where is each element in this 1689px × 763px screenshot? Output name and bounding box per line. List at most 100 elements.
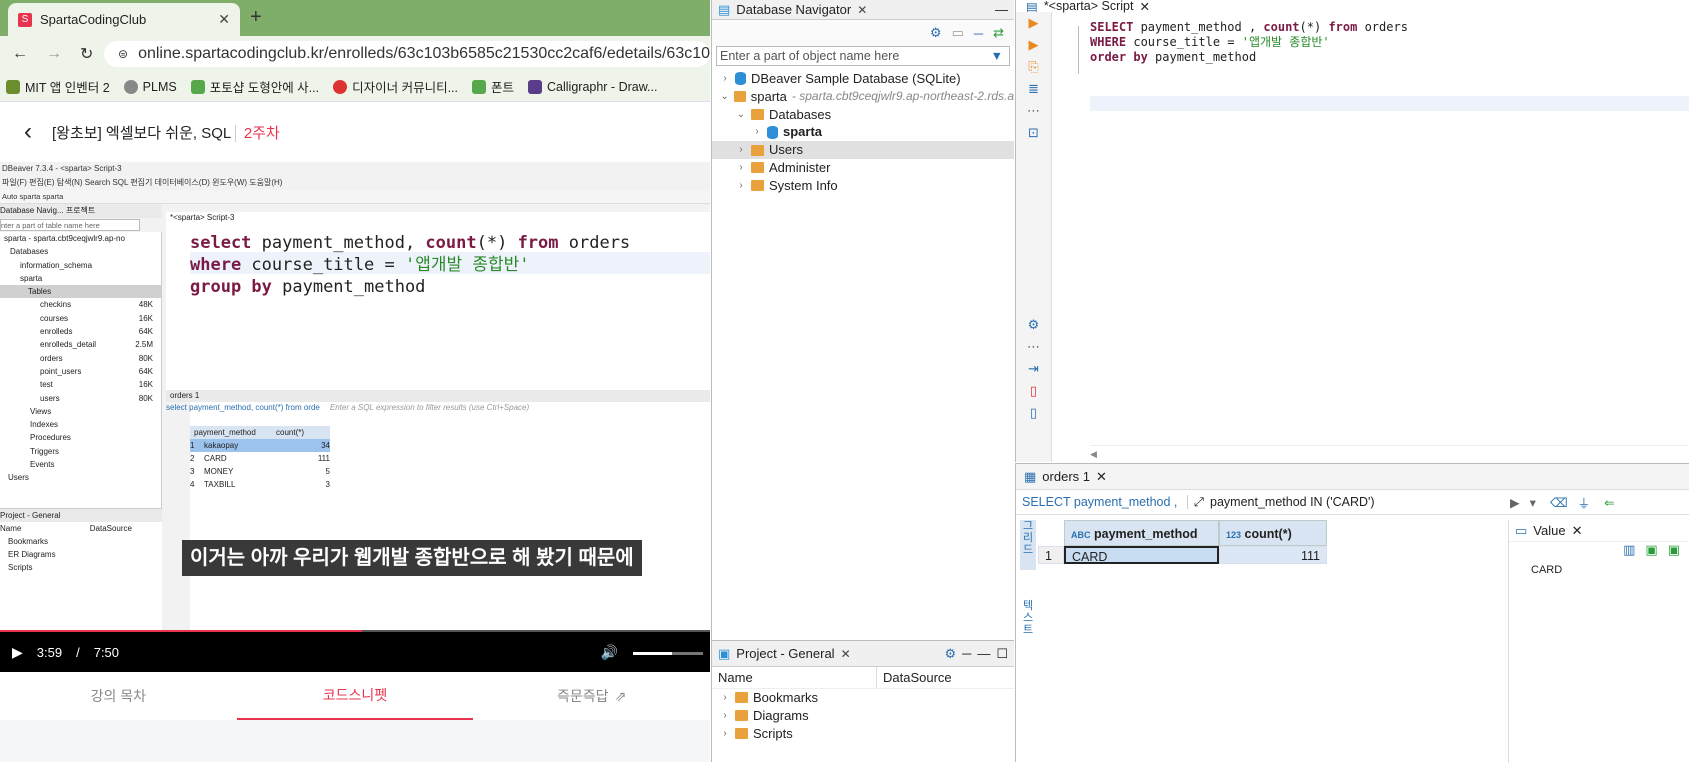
bookmark-item[interactable]: PLMS [123, 79, 177, 94]
console-icon[interactable]: ⊡ [1016, 122, 1051, 144]
book-icon[interactable]: ▥ [1623, 542, 1635, 564]
new-tab-icon[interactable]: + [250, 6, 262, 29]
close-icon[interactable]: ✕ [1572, 523, 1583, 539]
volume-slider[interactable] [633, 652, 703, 655]
maximize-icon[interactable]: ☐ [996, 646, 1008, 662]
history-dropdown-icon[interactable]: ▾ [1530, 495, 1536, 510]
result-filter-input[interactable]: payment_method IN ('CARD') [1210, 495, 1510, 509]
video-tree-item: checkins 48K [40, 300, 153, 310]
chevron-icon[interactable]: ⌄ [736, 106, 746, 124]
site-info-icon[interactable]: ⊜ [118, 47, 128, 61]
chevron-icon[interactable]: › [720, 707, 730, 725]
cell-payment-method[interactable]: CARD [1064, 546, 1219, 564]
folder-icon [751, 144, 764, 156]
close-icon[interactable]: ✕ [1096, 469, 1107, 485]
back-arrow-icon[interactable]: ← [12, 45, 28, 63]
chevron-icon[interactable]: › [736, 177, 746, 195]
column-header-payment-method[interactable]: ABC payment_method [1064, 520, 1219, 546]
navigator-tree-item[interactable]: ⌄ sparta - sparta.cbt9ceqjwlr9.ap-northeas… [712, 88, 1014, 106]
navigator-tree-item[interactable]: ⌄ Databases [712, 106, 1014, 124]
chevron-icon[interactable]: › [752, 123, 762, 141]
horizontal-scrollbar[interactable]: ◀ [1090, 445, 1689, 459]
chevron-icon[interactable]: › [720, 689, 730, 707]
grid-icon: ▦ [1024, 468, 1037, 484]
chevron-icon[interactable]: › [736, 159, 746, 177]
row-number[interactable]: 1 [1038, 546, 1064, 564]
folder-icon[interactable]: ▭ [952, 25, 964, 41]
video-tree-item: sparta [20, 273, 43, 283]
file-icon[interactable]: ▯ [1016, 402, 1051, 424]
object-filter-input[interactable]: Enter a part of object name here ▼ [716, 46, 1010, 66]
execute-icon[interactable]: ▶ [1016, 12, 1051, 34]
folder-icon [751, 108, 764, 120]
navigator-tree-item[interactable]: › Users [712, 141, 1014, 159]
eraser-icon[interactable]: ⌫ [1550, 495, 1568, 510]
tab-code-snippet[interactable]: 코드스니펫 [236, 672, 474, 720]
chevron-icon[interactable]: ⌄ [720, 88, 729, 106]
project-tree-item[interactable]: › Diagrams [712, 707, 1014, 725]
close-icon[interactable]: ✕ [1139, 0, 1149, 14]
settings-icon[interactable]: ⚙ [944, 646, 956, 662]
address-bar[interactable]: ⊜ online.spartacodingclub.kr/enrolleds/6… [104, 41, 710, 67]
editor-tab[interactable]: ▤ *<sparta> Script ✕ [1016, 0, 1689, 14]
total-time: 7:50 [93, 644, 120, 660]
course-title: [왕초보] 엑셀보다 쉬운, SQL 2주차 [52, 124, 280, 142]
bookmark-item[interactable]: 디자이너 커뮤니티... [333, 77, 458, 96]
chevron-icon[interactable]: › [720, 70, 730, 88]
collapse-icon[interactable]: ─ [962, 646, 971, 661]
project-tree-item[interactable]: › Scripts [712, 725, 1014, 743]
file-icon[interactable]: ▯ [1016, 380, 1051, 402]
more-icon[interactable]: ⋯ [1016, 336, 1051, 358]
tab-qna[interactable]: 즉문즉답 ⇗ [473, 672, 710, 720]
execute-statement-icon[interactable]: ▶ [1016, 34, 1051, 56]
cell-count[interactable]: 111 [1219, 546, 1327, 564]
link-icon[interactable]: ⇄ [993, 25, 1004, 41]
forward-arrow-icon[interactable]: → [46, 45, 62, 63]
reload-icon[interactable]: ↻ [80, 44, 93, 64]
navigator-tree-item[interactable]: › System Info [712, 177, 1014, 195]
script-icon[interactable]: ⎘ [1016, 56, 1051, 78]
save-icon[interactable]: ▣ [1645, 542, 1657, 564]
project-tree-item[interactable]: › Bookmarks [712, 689, 1014, 707]
project-icon: ▣ [718, 645, 731, 661]
column-header-count[interactable]: 123 count(*) [1219, 520, 1327, 546]
close-icon[interactable]: ✕ [841, 647, 851, 661]
export-icon[interactable]: ⇥ [1016, 358, 1051, 380]
sql-code[interactable]: SELECT payment_method , count(*) from or… [1090, 20, 1408, 65]
settings-icon[interactable]: ⚙ [1016, 314, 1051, 336]
lecture-video[interactable]: DBeaver 7.3.4 - <sparta> Script-3 파일(F) … [0, 162, 710, 632]
bookmark-item[interactable]: Calligraphr - Draw... [528, 79, 657, 94]
bookmark-item[interactable]: 포토샵 도형안에 사... [190, 77, 319, 96]
volume-icon[interactable]: 🔊 [601, 644, 618, 661]
result-tab[interactable]: ▦ orders 1 ✕ [1016, 464, 1689, 490]
navigator-tree-item[interactable]: › Administer [712, 159, 1014, 177]
expand-icon[interactable]: ⤢ [1194, 495, 1204, 510]
video-tree-item: courses 16K [40, 313, 153, 323]
tab-lecture-list[interactable]: 강의 목차 [0, 672, 237, 720]
course-header: ‹ [왕초보] 엑셀보다 쉬운, SQL 2주차 [0, 102, 710, 162]
navigator-tree-item[interactable]: › sparta [712, 123, 1014, 141]
collapse-icon[interactable]: ─ [974, 26, 983, 41]
bookmark-item[interactable]: 폰트 [472, 77, 514, 96]
bookmark-item[interactable]: MIT 앱 인벤터 2 [6, 77, 110, 96]
minimize-icon[interactable]: — [995, 2, 1008, 17]
save-all-icon[interactable]: ▣ [1668, 542, 1680, 564]
filter-icon[interactable]: ⏚ [1578, 493, 1591, 512]
close-icon[interactable]: ✕ [857, 3, 867, 17]
folder-icon [751, 180, 764, 192]
new-connection-icon[interactable]: ⚙ [930, 25, 942, 41]
explain-icon[interactable]: ≣ [1016, 78, 1051, 100]
back-chevron-icon[interactable]: ‹ [24, 118, 32, 146]
back-arrow-icon[interactable]: ⇐ [1604, 495, 1614, 510]
close-tab-icon[interactable]: ✕ [218, 11, 230, 28]
filter-icon[interactable]: ▼ [991, 47, 1003, 65]
browser-tab[interactable]: S SpartaCodingClub ✕ [8, 3, 240, 36]
minimize-icon[interactable]: — [977, 646, 990, 661]
apply-filter-icon[interactable]: ▶ [1510, 495, 1520, 510]
navigator-tree-item[interactable]: › DBeaver Sample Database (SQLite) [712, 70, 1014, 88]
video-result-panel: orders 1 select payment_method, count(*)… [166, 390, 710, 632]
play-icon[interactable]: ▶ [12, 644, 23, 661]
chevron-icon[interactable]: › [720, 725, 730, 743]
more-icon[interactable]: ⋯ [1016, 100, 1051, 122]
chevron-icon[interactable]: › [736, 141, 746, 159]
